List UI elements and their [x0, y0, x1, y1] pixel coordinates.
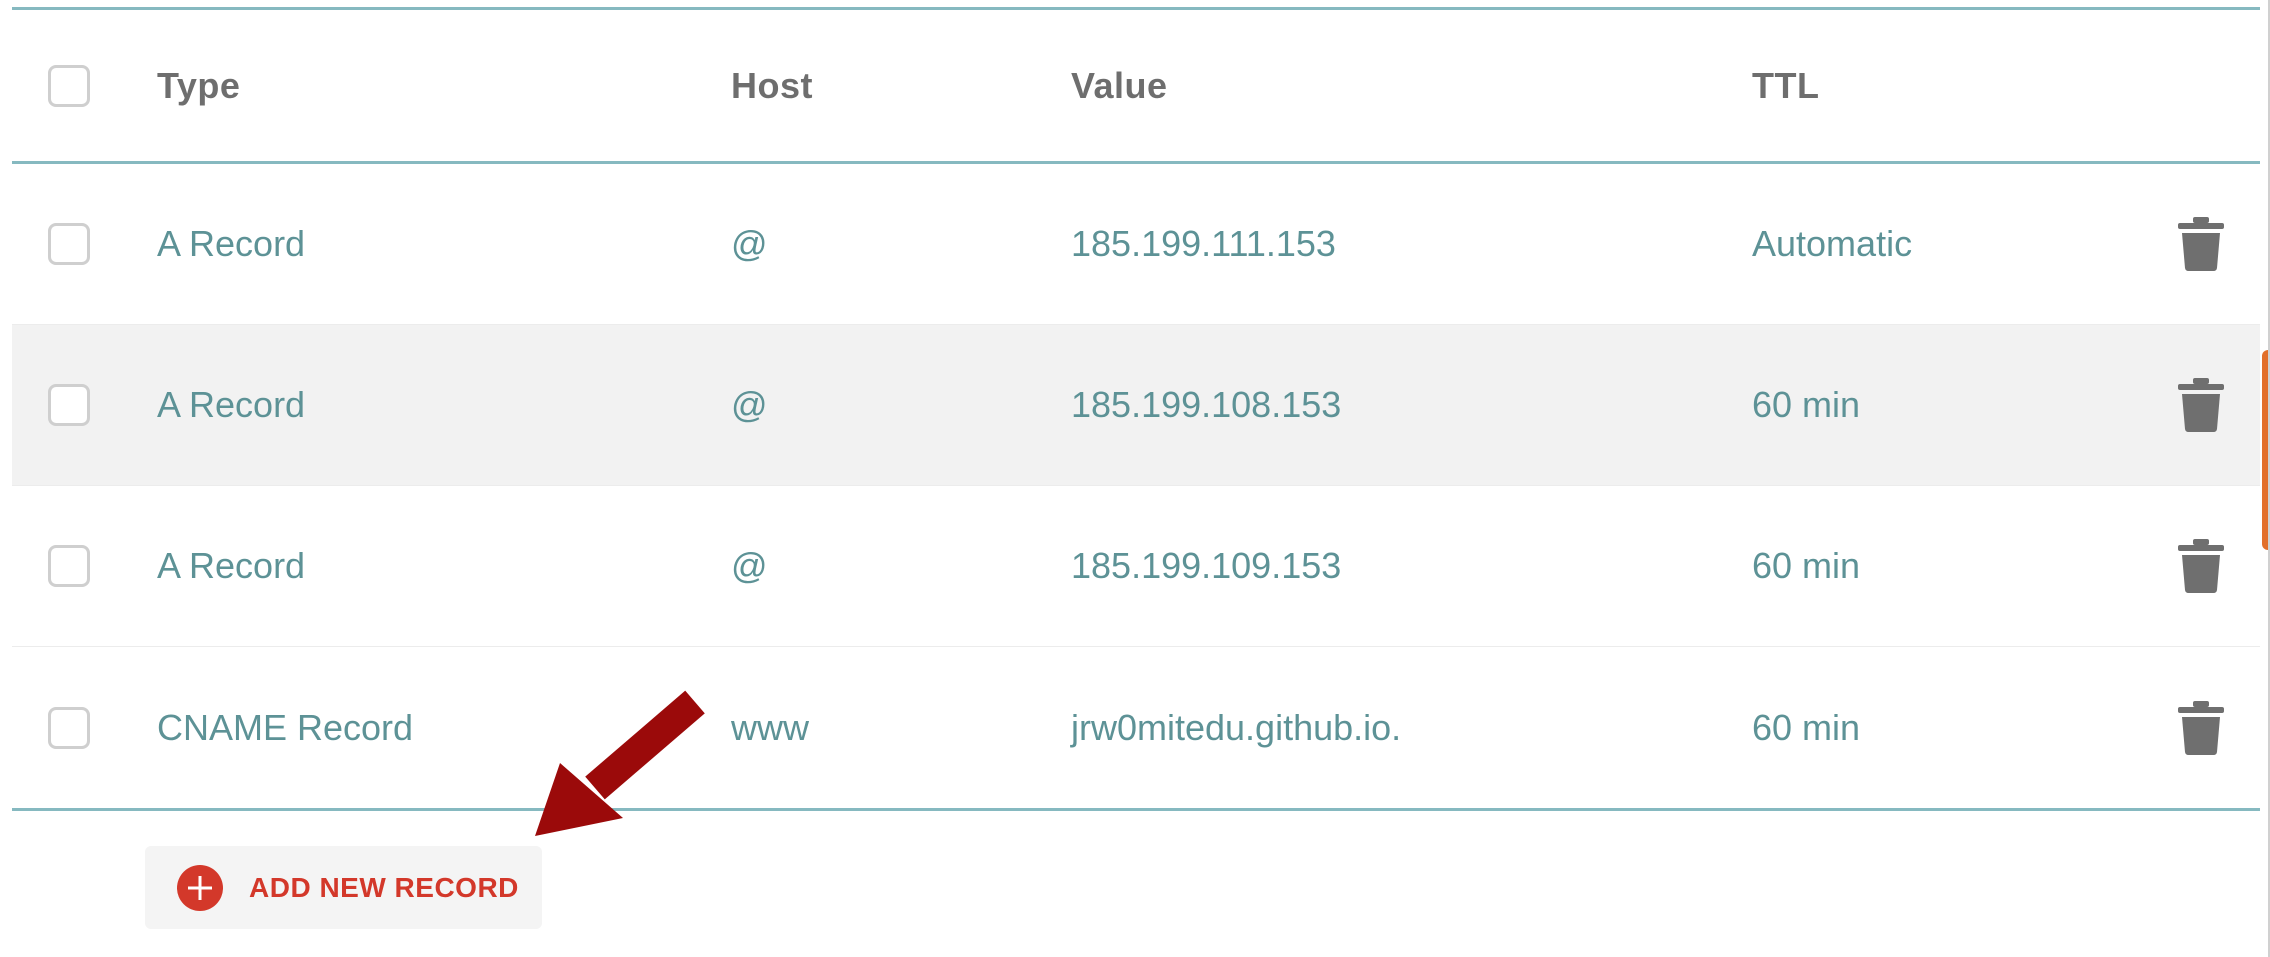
record-value: jrw0mitedu.github.io.: [1071, 706, 1402, 748]
table-row[interactable]: CNAME Record www jrw0mitedu.github.io. 6…: [12, 647, 2260, 808]
record-value: 185.199.109.153: [1071, 545, 1342, 586]
add-new-record-button[interactable]: ADD NEW RECORD: [145, 846, 542, 929]
table-row[interactable]: A Record @ 185.199.109.153 60 min: [12, 486, 2260, 647]
row-checkbox[interactable]: [48, 706, 90, 749]
column-header-value[interactable]: Value: [1071, 65, 1168, 107]
record-ttl: 60 min: [1752, 545, 1861, 586]
record-host: @: [731, 384, 768, 425]
column-header-type[interactable]: Type: [157, 65, 240, 107]
dns-records-table: Type Host Value TTL A Record @ 185.199.1…: [12, 0, 2260, 957]
table-header-row: Type Host Value TTL: [12, 10, 2260, 161]
trash-icon[interactable]: [2177, 216, 2225, 272]
record-value: 185.199.111.153: [1071, 223, 1336, 264]
table-row[interactable]: A Record @ 185.199.108.153 60 min: [12, 325, 2260, 486]
column-header-host[interactable]: Host: [731, 65, 813, 107]
plus-circle-icon: [177, 864, 223, 911]
row-checkbox[interactable]: [48, 545, 90, 587]
record-type: A Record: [157, 384, 306, 425]
trash-icon[interactable]: [2177, 538, 2225, 594]
row-checkbox[interactable]: [48, 384, 90, 426]
record-type: A Record: [157, 223, 306, 264]
trash-icon[interactable]: [2177, 377, 2225, 433]
column-header-ttl[interactable]: TTL: [1752, 65, 1819, 107]
record-host: @: [731, 545, 768, 586]
row-checkbox[interactable]: [48, 223, 90, 265]
record-host: @: [731, 223, 768, 264]
trash-icon[interactable]: [2177, 700, 2225, 756]
record-type: CNAME Record: [157, 706, 414, 748]
record-host: www: [731, 706, 809, 748]
add-new-record-label: ADD NEW RECORD: [249, 871, 519, 903]
record-ttl: Automatic: [1752, 223, 1913, 264]
table-row[interactable]: A Record @ 185.199.111.153 Automatic: [12, 164, 2260, 325]
record-type: A Record: [157, 545, 306, 586]
record-ttl: 60 min: [1752, 384, 1861, 425]
record-ttl: 60 min: [1752, 706, 1861, 748]
dns-records-panel: Type Host Value TTL A Record @ 185.199.1…: [0, 0, 2270, 957]
select-all-checkbox[interactable]: [48, 64, 90, 107]
table-bottom-border: [12, 808, 2260, 811]
record-value: 185.199.108.153: [1071, 384, 1342, 425]
